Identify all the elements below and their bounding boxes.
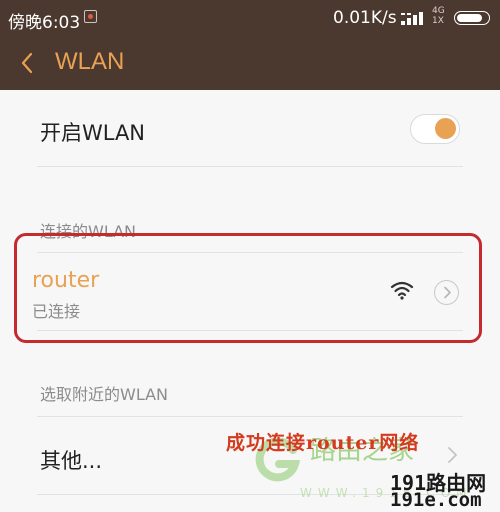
battery-icon (454, 11, 490, 25)
screen-record-icon (84, 10, 97, 23)
network-type: 4G 1X (432, 6, 445, 26)
toggle-knob (435, 118, 456, 139)
divider (37, 416, 463, 417)
wlan-toggle-switch[interactable] (410, 114, 460, 144)
annotation-caption: 成功连接router网络 (226, 432, 420, 454)
status-net-speed: 0.01K/s (333, 8, 397, 28)
nearby-section-title: 选取附近的WLAN (40, 385, 169, 404)
page-title: WLAN (55, 48, 125, 75)
status-time: 傍晚6:03 (8, 13, 81, 33)
status-bar: 傍晚6:03 0.01K/s 4G 1X (0, 0, 500, 37)
other-networks-label: 其他... (40, 449, 103, 473)
watermark-site-url: 191e.com (390, 489, 482, 511)
divider (37, 166, 463, 167)
network-type-bottom: 1X (432, 16, 444, 26)
action-bar: WLAN (0, 37, 500, 90)
chevron-right-icon (448, 447, 457, 463)
battery-fill (457, 14, 482, 22)
annotation-highlight-box (14, 233, 482, 343)
chevron-left-icon[interactable] (20, 52, 34, 74)
wlan-toggle-label: 开启WLAN (40, 121, 146, 145)
signal-bars-icon (401, 12, 423, 25)
network-type-top: 4G (432, 6, 445, 16)
